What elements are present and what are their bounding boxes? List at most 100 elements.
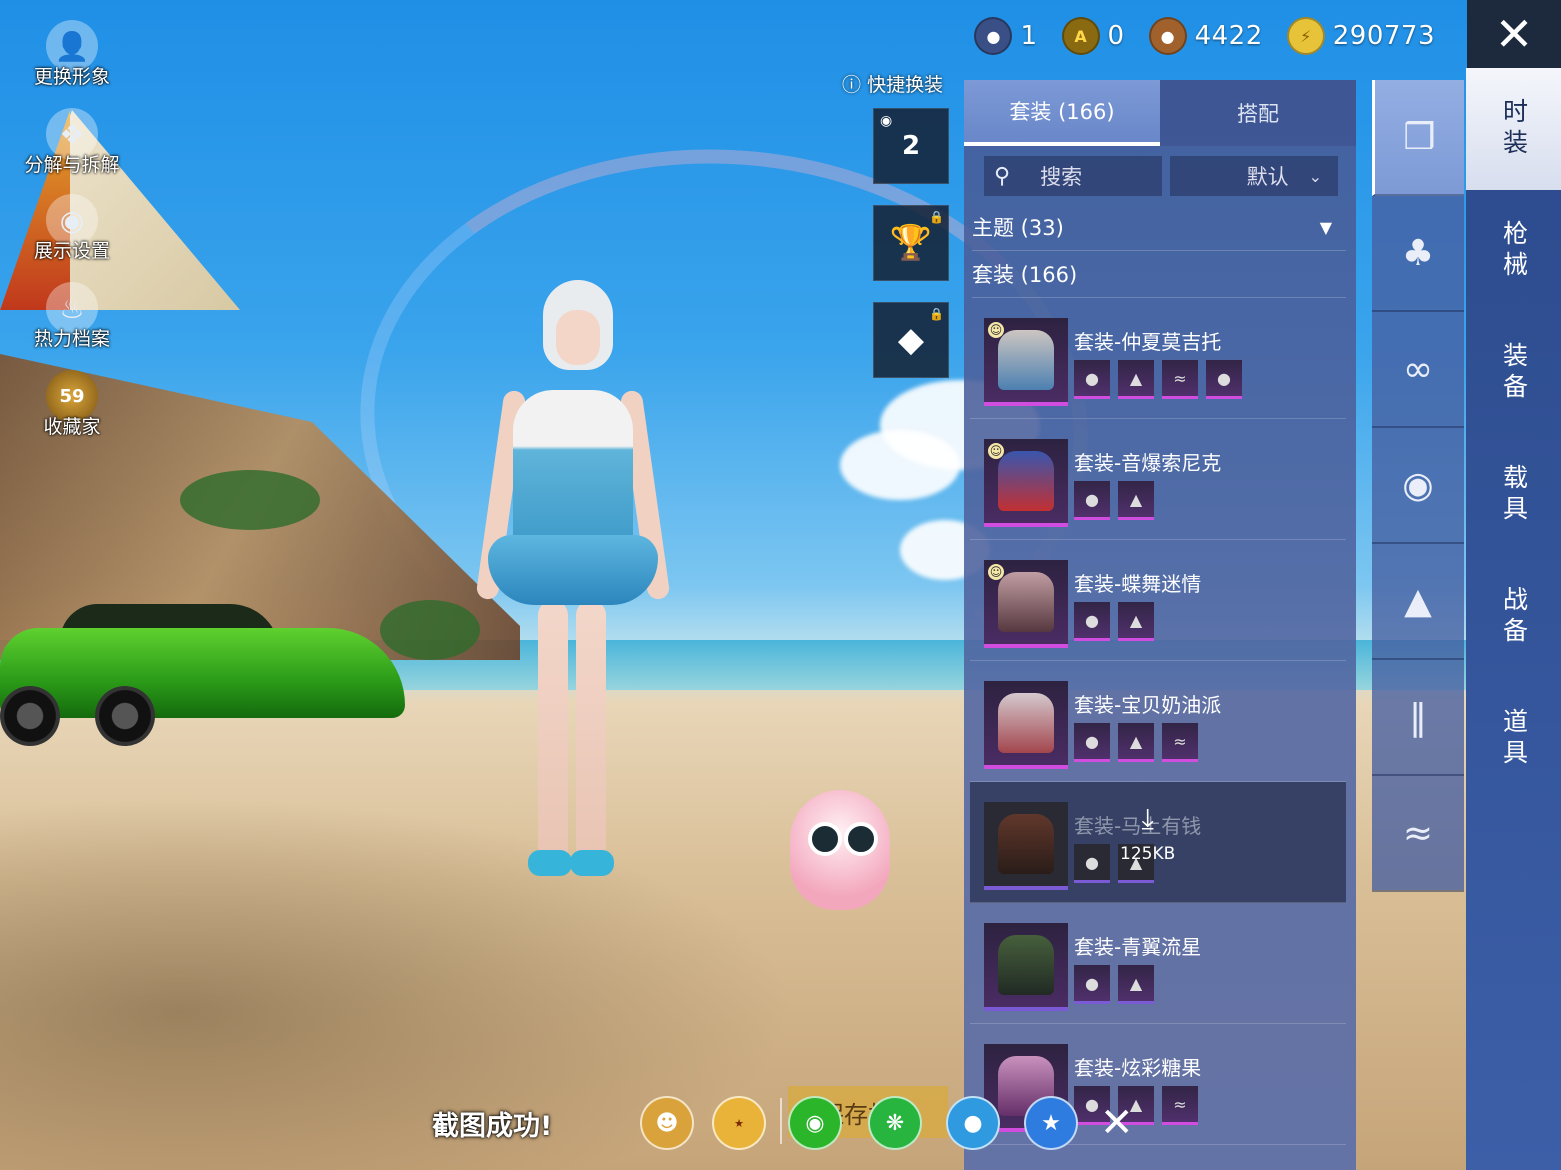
trophy-slot-button[interactable]: 🏆 🔒 [873,205,949,281]
coin-blue-icon: ● [974,17,1013,55]
tab-suits[interactable]: 套装 (166) [964,80,1160,146]
shoes-part-icon[interactable]: ≈ [1162,1086,1198,1125]
list-item[interactable]: 套装-青翼流星 ● ▲ [970,903,1346,1024]
main-nav: 时装 枪械 装备 载具 战备 道具 [1466,68,1561,1170]
pet-companion[interactable] [790,770,890,915]
list-item[interactable]: ☺ 套装-仲夏莫吉托 ● ▲ ≈ ● [970,298,1346,419]
list-item[interactable]: 套装-宝贝奶油派 ● ▲ ≈ [970,661,1346,782]
share-wechat-button[interactable]: ◉ [788,1096,842,1150]
hat-part-icon[interactable]: ● [1074,723,1110,762]
sports-car [0,598,405,748]
lock-icon: 🔒 [929,210,944,224]
share-game-button[interactable]: ★ [712,1096,766,1150]
item-thumbnail: ☺ [984,560,1068,648]
display-settings-button[interactable]: ◉ 展示设置 [22,194,122,263]
currency-4: ⚡ 290773 [1286,17,1435,55]
theme-row[interactable]: 主题 (33) ▼ [972,204,1346,251]
share-qq-button[interactable]: ● [946,1096,1000,1150]
mask-part-icon[interactable]: ● [1074,844,1110,883]
list-item[interactable]: 套装-马上有钱 ● ▲ ⤓ 125KB [970,782,1346,903]
close-button[interactable]: ✕ [1467,0,1561,68]
chevron-down-icon: ⌄ [1308,166,1322,186]
top-part-icon[interactable]: ▲ [1118,360,1154,399]
player-character[interactable] [458,280,688,910]
share-moments-button[interactable]: ❋ [868,1096,922,1150]
outfit-part-icon[interactable]: ▲ [1118,723,1154,762]
glasses-icon: ∞ [1403,348,1433,390]
nav-equipment[interactable]: 装备 [1466,312,1561,434]
mask-icon: ◉ [1402,464,1434,506]
hanger-icon: ◉ [880,113,893,129]
outfit-part-icon[interactable]: ▲ [1118,965,1154,1004]
diamond-icon: ◆ [897,320,925,360]
coin-a-icon: A [1061,17,1100,55]
sort-dropdown[interactable]: 默认 ⌄ [1169,156,1338,196]
outfit-slot-button[interactable]: ◉ 2 [873,108,949,184]
download-indicator[interactable]: ⤓ 125KB [1120,804,1175,865]
palm-tree [180,470,320,530]
divider [780,1098,782,1144]
triangle-down-icon: ▼ [1319,217,1332,237]
qq-icon: ● [963,1110,983,1136]
nav-guns[interactable]: 枪械 [1466,190,1561,312]
heat-profile-button[interactable]: ♨ 热力档案 [22,282,122,351]
currency-2: A 0 [1061,17,1125,55]
currency-3: ● 4422 [1148,17,1263,55]
item-thumbnail [984,923,1068,1011]
help-icon: ⓘ [842,74,862,96]
category-top[interactable]: ▲ [1372,544,1464,660]
panel-tabs: 套装 (166) 搭配 [964,80,1356,146]
list-item[interactable]: ☺ 套装-蝶舞迷情 ● ▲ [970,540,1346,661]
close-icon: ✕ [1100,1100,1134,1146]
search-icon: ⚲ [994,163,1011,189]
hair-part-icon[interactable]: ● [1074,602,1110,641]
nav-combat-gear[interactable]: 战备 [1466,556,1561,678]
top-icon: ▲ [1404,580,1432,622]
category-suit[interactable]: ❒ [1372,80,1464,196]
coin-lightning-icon: ⚡ [1286,17,1325,55]
category-pants[interactable]: ‖ [1372,660,1464,776]
shoes-part-icon[interactable]: ≈ [1162,360,1198,399]
hair-icon: ♣ [1401,232,1435,274]
hair-part-icon[interactable]: ● [1074,360,1110,399]
item-thumbnail [984,681,1068,769]
nav-fashion[interactable]: 时装 [1466,68,1561,190]
game-logo-icon: ★ [734,1116,744,1130]
shoes-icon: ≈ [1402,812,1434,854]
shoes-part-icon[interactable]: ≈ [1162,723,1198,762]
change-avatar-button[interactable]: 👤 更换形象 [22,20,122,89]
hair-part-icon[interactable]: ● [1074,481,1110,520]
category-strip: ❒ ♣ ∞ ◉ ▲ ‖ ≈ [1372,80,1464,892]
star-icon: ★ [1041,1110,1061,1136]
share-profile-button[interactable]: ☻ [640,1096,694,1150]
nav-vehicles[interactable]: 载具 [1466,434,1561,556]
search-input[interactable]: ⚲ 搜索 [984,156,1162,196]
smile-icon: ☺ [988,564,1004,580]
nav-items[interactable]: 道具 [1466,678,1561,800]
glasses-part-icon[interactable]: ● [1206,360,1242,399]
screenshot-toast: 截图成功! [432,1111,553,1142]
currency-1: ● 1 [974,17,1037,55]
category-mask[interactable]: ◉ [1372,428,1464,544]
suit-row[interactable]: 套装 (166) [972,251,1346,298]
quick-outfit-label[interactable]: ⓘ 快捷换装 [842,70,943,97]
smile-icon: ☺ [988,322,1004,338]
collector-button[interactable]: 59 收藏家 [22,370,122,439]
coin-bronze-icon: ● [1148,17,1187,55]
share-close-button[interactable]: ✕ [1100,1100,1134,1146]
user-circle-icon: ☻ [655,1110,679,1136]
outfit-part-icon[interactable]: ▲ [1118,602,1154,641]
category-shoes[interactable]: ≈ [1372,776,1464,892]
decompose-button[interactable]: ❖ 分解与拆解 [22,108,122,177]
category-glasses[interactable]: ∞ [1372,312,1464,428]
helmet-part-icon[interactable]: ● [1074,965,1110,1004]
list-item[interactable]: ☺ 套装-音爆索尼克 ● ▲ [970,419,1346,540]
diamond-slot-button[interactable]: ◆ 🔒 [873,302,949,378]
pants-icon: ‖ [1409,696,1427,738]
share-qzone-button[interactable]: ★ [1024,1096,1078,1150]
tab-match[interactable]: 搭配 [1160,80,1356,146]
wechat-icon: ◉ [805,1110,825,1136]
category-hair[interactable]: ♣ [1372,196,1464,312]
outfit-part-icon[interactable]: ▲ [1118,481,1154,520]
smile-icon: ☺ [988,443,1004,459]
